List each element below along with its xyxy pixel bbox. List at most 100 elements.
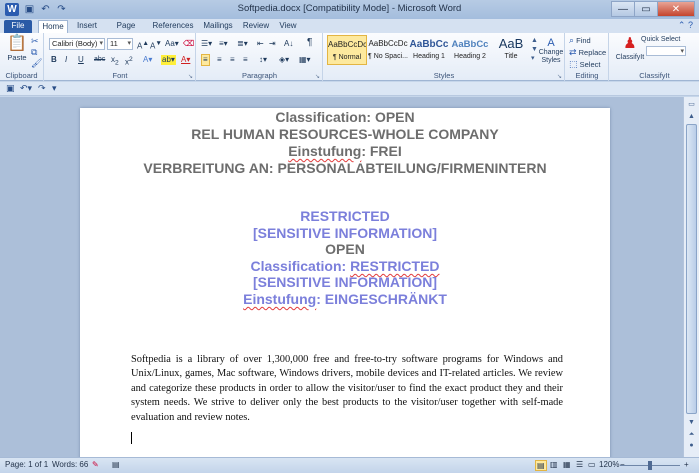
style-title[interactable]: AaB Title — [491, 35, 531, 65]
undo-small-icon[interactable]: ↶▾ — [20, 83, 32, 94]
draft-view-icon[interactable]: ▭ — [588, 460, 596, 469]
macro-recording-icon[interactable]: ▤ — [112, 460, 120, 469]
tab-page-layout[interactable]: Page Layout — [104, 20, 148, 42]
styles-scroll-icon[interactable]: ▲ ▼ ▾ — [531, 36, 538, 63]
maximize-button[interactable]: ▭ — [634, 1, 658, 17]
shading-icon[interactable]: ◈▾ — [279, 55, 289, 65]
save-small-icon[interactable]: ▣ — [6, 83, 15, 94]
decrease-indent-icon[interactable]: ⇤ — [257, 39, 264, 49]
style-no-spacing-name: ¶ No Spaci... — [368, 53, 408, 60]
help-icon[interactable]: ? — [688, 20, 693, 30]
copy-icon[interactable]: ⧉ — [31, 47, 37, 57]
paragraph-dialog-launcher-icon[interactable]: ↘ — [315, 73, 320, 80]
bullets-icon[interactable]: ☰▾ — [201, 39, 212, 49]
italic-button[interactable]: I — [65, 55, 67, 65]
shrink-font-icon[interactable]: A▼ — [150, 39, 162, 52]
quick-select-combo[interactable] — [646, 46, 686, 57]
increase-indent-icon[interactable]: ⇥ — [269, 39, 276, 49]
style-heading-1[interactable]: AaBbCc Heading 1 — [409, 35, 449, 65]
scroll-up-icon[interactable]: ▲ — [685, 111, 698, 123]
proofing-icon[interactable]: ✎ — [92, 460, 99, 469]
outline-view-icon[interactable]: ☰ — [576, 460, 583, 469]
tab-home[interactable]: Home — [38, 20, 68, 33]
align-center-icon[interactable]: ≡ — [217, 55, 222, 65]
underline-button[interactable]: U — [78, 55, 84, 65]
select-label: Select — [579, 60, 601, 69]
style-heading-2[interactable]: AaBbCc Heading 2 — [450, 35, 490, 65]
font-color-icon[interactable]: A▾ — [181, 55, 190, 65]
customize-toolbar-icon[interactable]: ▾ — [52, 83, 57, 94]
change-styles-button[interactable]: A Change Styles — [538, 38, 564, 65]
text-effects-icon[interactable]: A▾ — [143, 55, 152, 65]
tab-review[interactable]: Review — [242, 20, 270, 33]
classification-restricted: RESTRICTED — [300, 208, 390, 224]
page-count[interactable]: Page: 1 of 1 — [5, 460, 48, 469]
cut-icon[interactable]: ✂ — [31, 36, 39, 46]
paragraph-group: ☰▾ ≡▾ ≣▾ ⇤ ⇥ A↓ ¶ ≡ ≡ ≡ ≡ ↕▾ ◈▾ ▦▾ Parag… — [197, 33, 323, 81]
align-right-icon[interactable]: ≡ — [230, 55, 235, 65]
multilevel-list-icon[interactable]: ≣▾ — [237, 39, 248, 49]
borders-icon[interactable]: ▦▾ — [299, 55, 311, 65]
align-left-icon[interactable]: ≡ — [201, 54, 210, 66]
paste-button[interactable]: 📋 Paste — [6, 35, 28, 63]
font-family-combo[interactable]: Calibri (Body) — [49, 38, 105, 50]
numbering-icon[interactable]: ≡▾ — [219, 39, 228, 49]
select-icon: ⬚ — [569, 59, 578, 69]
einstufung-word: Einstufung — [288, 143, 362, 159]
tab-file[interactable]: File — [4, 20, 32, 33]
superscript-icon[interactable]: x2 — [125, 55, 133, 68]
ribbon: 📋 Paste ✂ ⧉ 🖌 Clipboard Calibri (Body) 1… — [0, 33, 699, 81]
zoom-in-button[interactable]: + — [684, 460, 689, 469]
scroll-thumb[interactable] — [686, 124, 697, 414]
close-button[interactable]: ✕ — [657, 1, 695, 17]
word-count[interactable]: Words: 66 — [52, 460, 88, 469]
redo-small-icon[interactable]: ↷ — [38, 83, 46, 94]
classification-sensitive-2: [SENSITIVE INFORMATION] — [252, 274, 438, 290]
replace-button[interactable]: ⇄ Replace — [569, 47, 606, 58]
document-page[interactable]: Classification: OPEN REL HUMAN RESOURCES… — [80, 108, 610, 457]
zoom-level[interactable]: 120% — [599, 460, 619, 469]
bold-button[interactable]: B — [51, 55, 57, 65]
document-area[interactable]: Classification: OPEN REL HUMAN RESOURCES… — [0, 97, 683, 457]
editing-group: ⌕ Find ⇄ Replace ⬚ Select Editing — [566, 33, 609, 81]
quick-select-button[interactable]: Quick Select — [641, 35, 680, 45]
web-layout-view-icon[interactable]: ▦ — [563, 460, 571, 469]
subscript-icon[interactable]: x2 — [111, 55, 119, 69]
classifyit-button-label: ClassifyIt — [615, 54, 645, 61]
font-size-combo[interactable]: 11 — [107, 38, 133, 50]
browse-object-icon[interactable]: ● — [685, 440, 698, 452]
show-formatting-button[interactable]: ¶ — [307, 38, 312, 48]
grow-font-icon[interactable]: A▲ — [137, 39, 149, 52]
minimize-button[interactable]: — — [611, 1, 635, 17]
tab-insert[interactable]: Insert — [72, 20, 102, 33]
scroll-down-icon[interactable]: ▼ — [685, 417, 698, 429]
styles-dialog-launcher-icon[interactable]: ↘ — [557, 73, 562, 80]
font-group: Calibri (Body) 11 A▲ A▼ Aa▾ ⌫ B I U abc … — [45, 33, 196, 81]
format-painter-icon[interactable]: 🖌 — [31, 58, 42, 68]
justify-icon[interactable]: ≡ — [243, 55, 248, 65]
print-layout-view-icon[interactable]: ▤ — [535, 460, 547, 471]
select-button[interactable]: ⬚ Select — [569, 59, 600, 70]
change-styles-label: Change Styles — [538, 49, 564, 64]
tab-mailings[interactable]: Mailings — [200, 20, 236, 33]
tab-references[interactable]: References — [152, 20, 194, 33]
style-no-spacing[interactable]: AaBbCcDc ¶ No Spaci... — [368, 35, 408, 65]
change-case-icon[interactable]: Aa▾ — [165, 39, 179, 49]
highlight-icon[interactable]: ab▾ — [161, 55, 176, 65]
full-screen-view-icon[interactable]: ▥ — [550, 460, 558, 469]
clear-formatting-icon[interactable]: ⌫ — [183, 39, 194, 49]
classifyit-label: ClassifyIt — [639, 71, 670, 80]
styles-label: Styles — [433, 71, 455, 80]
sort-icon[interactable]: A↓ — [284, 39, 293, 49]
tab-view[interactable]: View — [276, 20, 300, 33]
style-normal[interactable]: AaBbCcDc ¶ Normal — [327, 35, 367, 65]
line-spacing-icon[interactable]: ↕▾ — [259, 55, 267, 65]
find-icon: ⌕ — [569, 35, 575, 45]
vertical-scrollbar[interactable]: ▭ ▲ ▼ ⏶ ● — [683, 97, 699, 457]
font-dialog-launcher-icon[interactable]: ↘ — [188, 73, 193, 80]
find-button[interactable]: ⌕ Find — [569, 35, 591, 46]
strikethrough-button[interactable]: abc — [94, 55, 105, 65]
minimize-ribbon-icon[interactable]: ⌃ — [678, 20, 686, 30]
zoom-slider-knob[interactable] — [648, 461, 652, 470]
ruler-toggle-icon[interactable]: ▭ — [685, 99, 698, 111]
